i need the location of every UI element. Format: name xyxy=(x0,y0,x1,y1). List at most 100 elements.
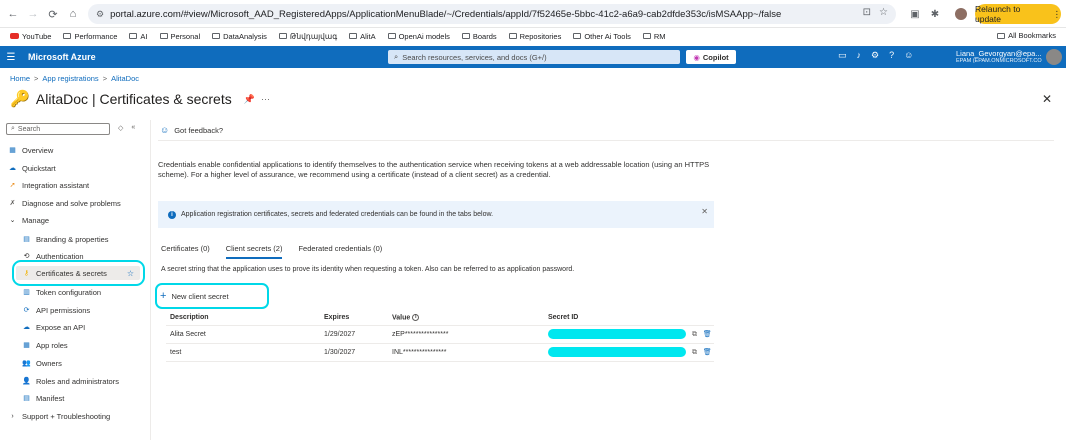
hamburger-menu-icon[interactable]: ☰ xyxy=(0,52,22,63)
sidebar-divider xyxy=(150,120,151,440)
profile-icon[interactable] xyxy=(952,5,970,23)
bookmark-ai[interactable]: AI xyxy=(129,31,148,41)
account-menu[interactable]: Liana_Gevorgyan@epa... EPAM (EPAM.ONMICR… xyxy=(956,49,1042,64)
forward-icon[interactable]: → xyxy=(24,5,42,23)
sidebar-item-manifest[interactable]: ▤ Manifest xyxy=(22,391,64,405)
sidebar-group-manage[interactable]: ⌄ Manage xyxy=(8,213,50,227)
bookmark-label: AI xyxy=(140,31,148,41)
settings-gear-icon[interactable]: ⚙ xyxy=(871,50,879,61)
sidebar-group-support[interactable]: › Support + Troubleshooting xyxy=(8,409,110,423)
pin-icon[interactable]: 📌 xyxy=(244,94,255,105)
copilot-button[interactable]: ◉ Copilot xyxy=(686,50,736,64)
bookmark-dataanalysis[interactable]: DataAnalysis xyxy=(212,32,267,41)
breadcrumb-separator: > xyxy=(34,74,39,83)
bookmark-other-ai-tools[interactable]: Other Ai Tools xyxy=(573,32,631,41)
bookmark-youtube[interactable]: YouTube xyxy=(10,32,51,41)
azure-brand[interactable]: Microsoft Azure xyxy=(28,52,96,62)
favorite-star-icon[interactable]: ☆ xyxy=(127,269,134,278)
breadcrumb-home[interactable]: Home xyxy=(10,74,30,83)
sidebar-item-branding[interactable]: ▤ Branding & properties xyxy=(22,232,108,246)
bookmark-alita[interactable]: AlitA xyxy=(349,31,376,41)
breadcrumb-app[interactable]: AlitaDoc xyxy=(111,74,139,83)
global-search-input[interactable]: ⌕ Search resources, services, and docs (… xyxy=(388,50,680,64)
bookmark-label: OpenAi models xyxy=(398,31,450,41)
new-client-secret-button[interactable]: + New client secret xyxy=(160,289,229,303)
folder-icon xyxy=(997,32,1006,39)
youtube-icon xyxy=(10,33,19,39)
sidebar-item-label: Overview xyxy=(22,145,54,155)
copilot-icon: ◉ xyxy=(693,52,700,62)
close-icon[interactable]: ✕ xyxy=(1042,92,1052,106)
secret-description: Alita Secret xyxy=(166,325,320,344)
secret-expires: 1/29/2027 xyxy=(320,325,388,344)
extension-icon[interactable]: ▣ xyxy=(906,5,924,23)
breadcrumb-app-registrations[interactable]: App registrations xyxy=(42,74,98,83)
site-settings-icon[interactable]: ⚙ xyxy=(96,9,104,20)
tab-client-secrets[interactable]: Client secrets (2) xyxy=(225,244,283,259)
close-icon[interactable]: ✕ xyxy=(701,207,708,216)
help-icon[interactable]: ? xyxy=(889,50,894,61)
secret-description: test xyxy=(166,343,320,362)
address-bar[interactable]: ⚙ portal.azure.com/#view/Microsoft_AAD_R… xyxy=(88,4,896,24)
notifications-icon[interactable]: ♪ xyxy=(857,50,862,61)
bookmark-performance[interactable]: Performance xyxy=(63,32,117,41)
sidebar-item-diagnose[interactable]: ✗ Diagnose and solve problems xyxy=(8,196,121,210)
sidebar-item-token-configuration[interactable]: ▥ Token configuration xyxy=(22,285,101,299)
sidebar-controls: ◇ « xyxy=(118,124,135,132)
bookmark-personal[interactable]: Personal xyxy=(159,32,200,41)
sidebar-item-app-roles[interactable]: ▦ App roles xyxy=(22,338,68,352)
trash-icon[interactable]: 🗑 xyxy=(703,348,712,356)
bookmark-label: AlitA xyxy=(360,31,376,41)
credential-tabs: Certificates (0) Client secrets (2) Fede… xyxy=(161,244,382,259)
relaunch-button[interactable]: Relaunch to update ⋮ xyxy=(975,4,1061,24)
home-icon[interactable]: ⌂ xyxy=(64,5,82,23)
more-options-icon[interactable]: ··· xyxy=(261,94,270,104)
sidebar-item-owners[interactable]: 👥 Owners xyxy=(22,356,62,370)
copy-icon[interactable]: ⧉ xyxy=(692,331,697,339)
browser-toolbar: ← → ⟳ ⌂ ⚙ portal.azure.com/#view/Microso… xyxy=(0,0,1066,28)
bookmark-star-icon[interactable]: ☆ xyxy=(879,7,888,18)
all-bookmarks[interactable]: All Bookmarks xyxy=(997,31,1056,40)
all-bookmarks-label: All Bookmarks xyxy=(1008,31,1056,40)
user-name: Liana_Gevorgyan@epa... xyxy=(956,49,1042,58)
puzzle-icon[interactable]: ✱ xyxy=(926,5,944,23)
avatar[interactable] xyxy=(1046,49,1062,65)
expand-collapse-icon[interactable]: ◇ xyxy=(118,124,123,132)
column-value-label: Value xyxy=(392,314,411,322)
cloud-shell-icon[interactable]: ▭ xyxy=(838,50,847,61)
cloud-icon: ☁ xyxy=(9,165,16,172)
sidebar-item-certificates-secrets[interactable]: ⚷ Certificates & secrets ☆ xyxy=(16,266,140,280)
zoom-icon[interactable]: ⊡ xyxy=(863,7,871,18)
sidebar-item-quickstart[interactable]: ☁ Quickstart xyxy=(8,161,56,175)
bookmark-repositories[interactable]: Repositories xyxy=(508,31,562,41)
reload-icon[interactable]: ⟳ xyxy=(44,5,62,23)
trash-icon[interactable]: 🗑 xyxy=(703,330,712,338)
sidebar-item-api-permissions[interactable]: ⟳ API permissions xyxy=(22,303,91,317)
sidebar-item-overview[interactable]: ▦ Overview xyxy=(8,143,53,157)
azure-top-bar: ☰ Microsoft Azure ⌕ Search resources, se… xyxy=(0,46,1066,68)
copy-icon[interactable]: ⧉ xyxy=(692,349,697,357)
bookmark-label: Other Ai Tools xyxy=(584,31,631,41)
redacted-secret-id xyxy=(548,347,686,357)
feedback-button[interactable]: ☺ Got feedback? xyxy=(160,125,223,135)
bookmark-label: DataAnalysis xyxy=(223,31,267,41)
tab-federated-credentials[interactable]: Federated credentials (0) xyxy=(298,244,382,259)
feedback-person-icon[interactable]: ☺ xyxy=(904,50,913,61)
sidebar-item-integration-assistant[interactable]: ➚ Integration assistant xyxy=(8,178,90,192)
bookmark-label: Repositories xyxy=(519,31,562,41)
collapse-sidebar-icon[interactable]: « xyxy=(131,124,135,132)
bookmark-rm[interactable]: RM xyxy=(642,32,666,41)
bookmark-openai-models[interactable]: OpenAi models xyxy=(387,31,450,41)
sidebar-search-input[interactable]: ⌕ Search xyxy=(6,123,110,135)
bookmark-boards[interactable]: Boards xyxy=(461,32,497,41)
tab-certificates[interactable]: Certificates (0) xyxy=(161,244,210,259)
bookmark-armenian[interactable]: Թնվդայվագ xyxy=(278,32,337,41)
page-header: 🔑 AlitaDoc | Certificates & secrets 📌 ··… xyxy=(10,89,270,109)
wrench-icon: ✗ xyxy=(9,200,16,207)
sidebar-item-label: Expose an API xyxy=(36,322,86,332)
sidebar-item-roles-administrators[interactable]: 👤 Roles and administrators xyxy=(22,374,119,388)
back-icon[interactable]: ← xyxy=(4,5,22,23)
sidebar-item-expose-api[interactable]: ☁ Expose an API xyxy=(22,320,85,334)
folder-icon xyxy=(573,33,582,39)
feedback-icon: ☺ xyxy=(160,125,170,135)
